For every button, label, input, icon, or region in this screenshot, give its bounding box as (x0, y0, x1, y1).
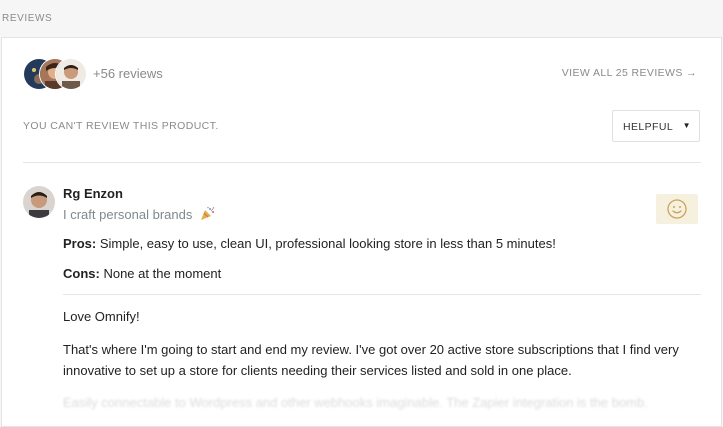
pros-label: Pros: (63, 236, 97, 251)
review-body-paragraph: That's where I'm going to start and end … (63, 342, 679, 378)
reviews-card: +56 reviews VIEW ALL 25 REVIEWS → YOU CA… (1, 37, 722, 427)
review-body-paragraph: Easily connectable to Wordpress and othe… (63, 395, 648, 410)
section-title: REVIEWS (2, 13, 53, 24)
cons-label: Cons: (63, 266, 100, 281)
reviewer-tagline: I craft personal brands (63, 206, 215, 224)
avatar[interactable] (23, 186, 55, 218)
review-body-paragraph: Love Omnify! (63, 309, 140, 324)
divider (23, 162, 701, 163)
review-cons: Cons: None at the moment (63, 266, 221, 281)
sort-selected-value: HELPFUL (623, 121, 674, 133)
cant-review-notice: YOU CAN'T REVIEW THIS PRODUCT. (23, 120, 219, 132)
pros-text: Simple, easy to use, clean UI, professio… (96, 236, 556, 251)
more-reviews-count: +56 reviews (93, 66, 163, 81)
chevron-down-icon: ▼ (682, 121, 691, 130)
helpful-button[interactable] (656, 194, 698, 224)
divider (63, 294, 701, 295)
sort-dropdown[interactable]: HELPFUL ▼ (612, 110, 700, 142)
cons-text: None at the moment (99, 266, 222, 281)
view-all-reviews-link[interactable]: VIEW ALL 25 REVIEWS → (562, 67, 697, 79)
avatar (55, 58, 87, 90)
review-pros: Pros: Simple, easy to use, clean UI, pro… (63, 236, 556, 251)
party-popper-icon (200, 206, 215, 224)
tagline-text: I craft personal brands (63, 207, 193, 222)
smiley-icon (667, 199, 687, 219)
reviewer-name[interactable]: Rg Enzon (63, 186, 123, 201)
